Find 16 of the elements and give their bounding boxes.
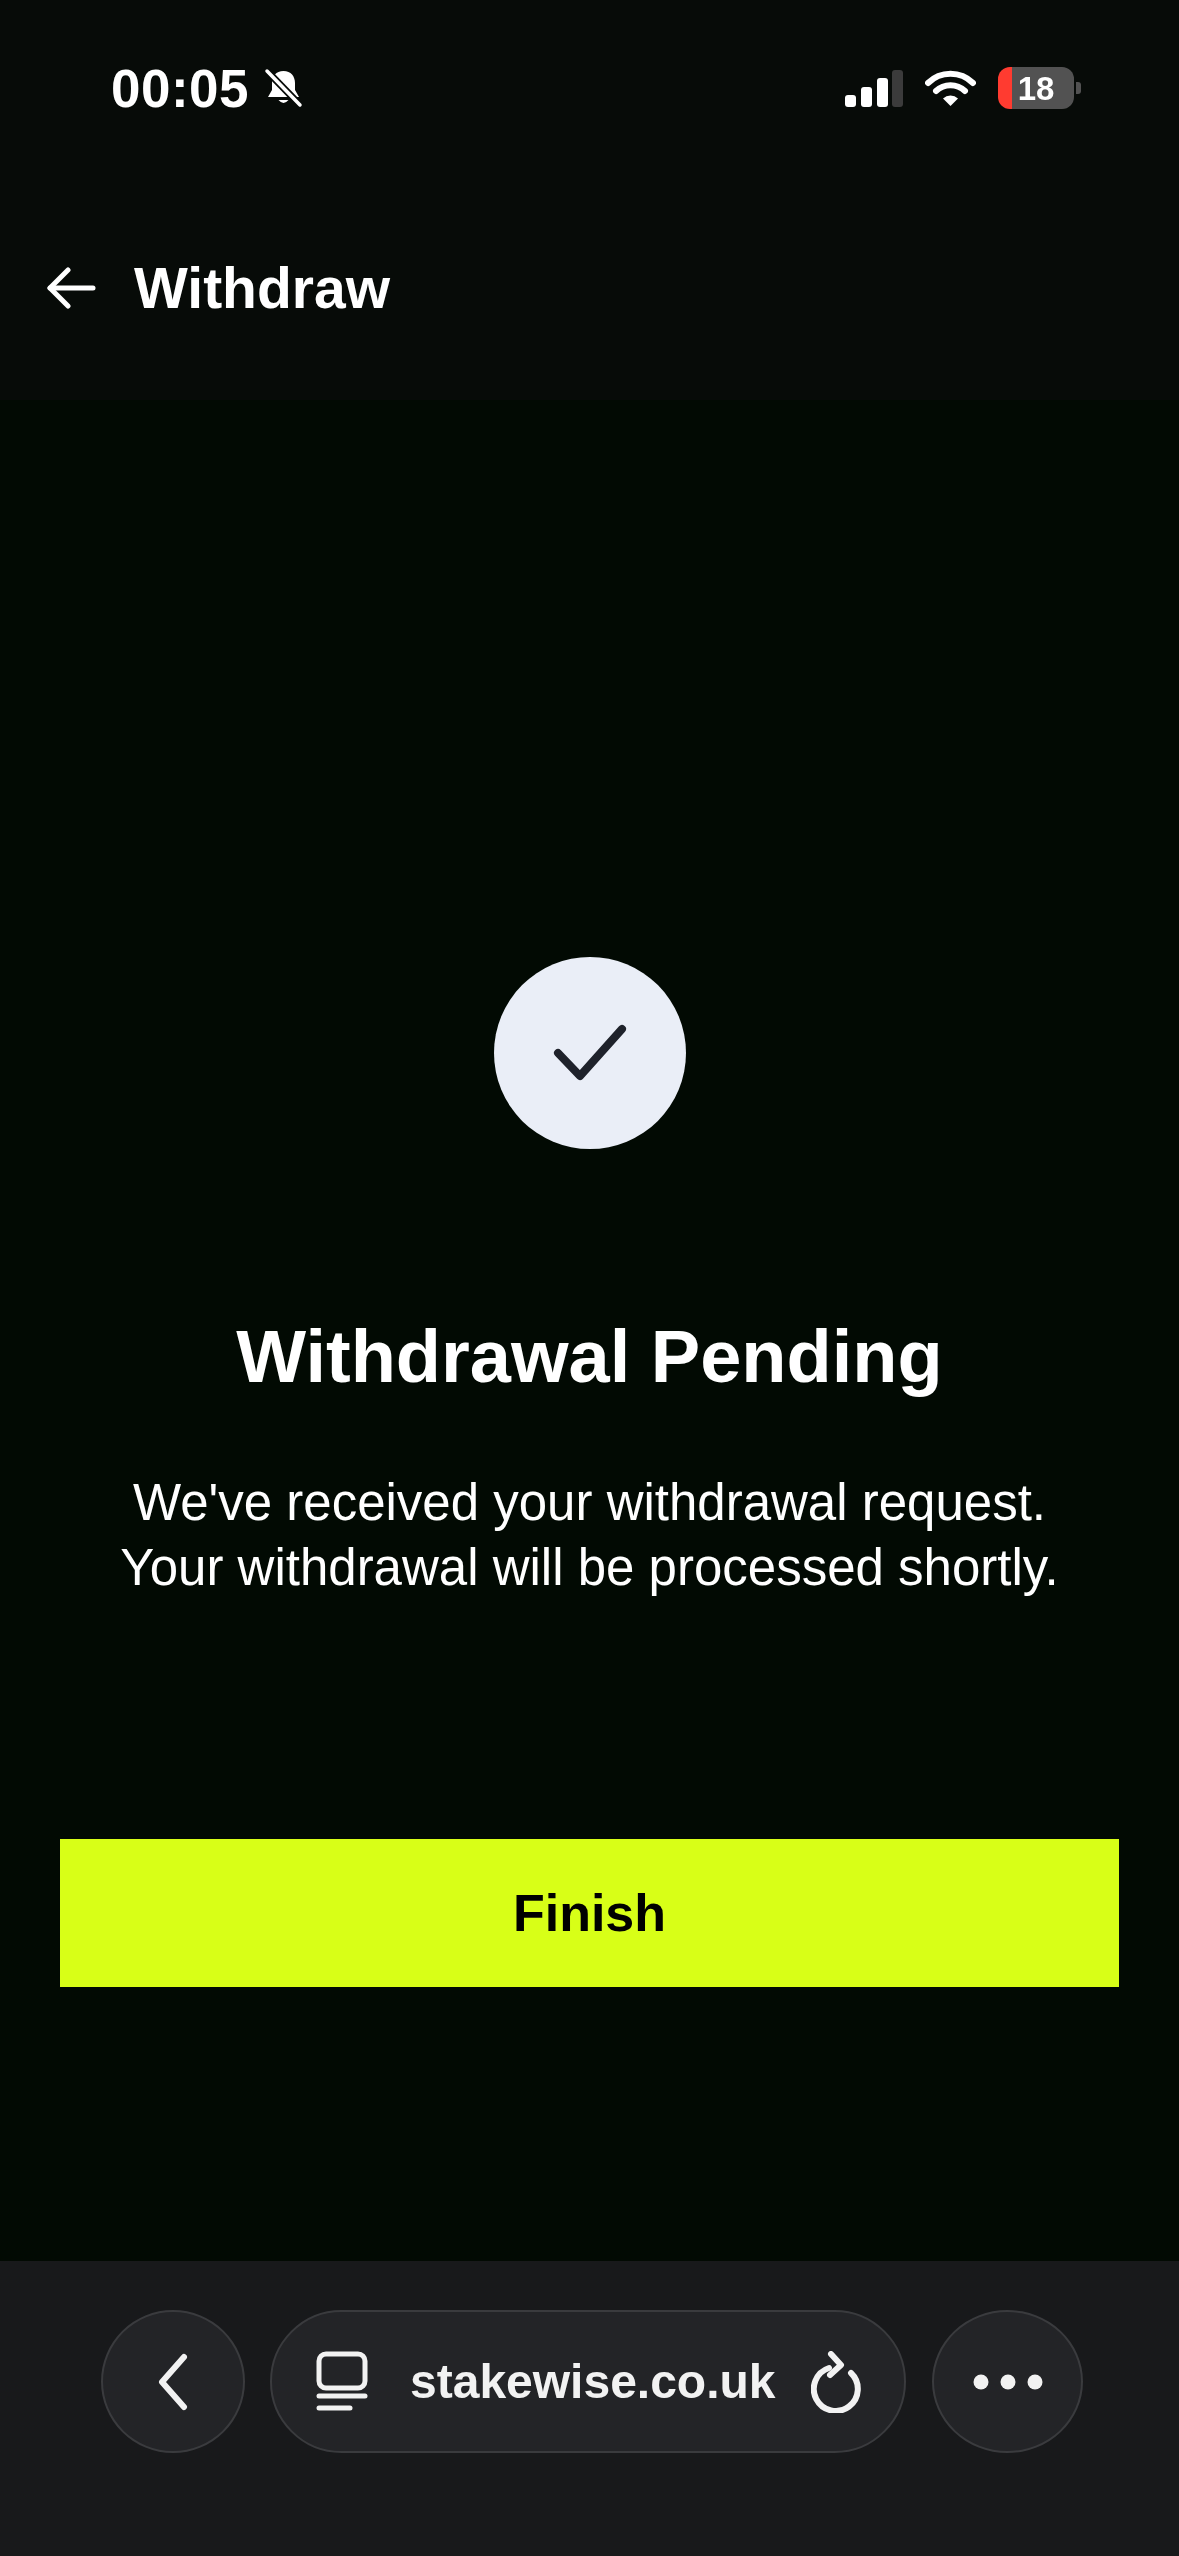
check-circle-icon — [493, 957, 686, 1149]
address-bar[interactable]: stakewise.co.uk — [270, 2310, 906, 2453]
url-text: stakewise.co.uk — [410, 2357, 776, 2406]
status-time: 00:05 — [111, 61, 250, 115]
signal-icon — [845, 69, 903, 107]
chevron-left-icon — [158, 2352, 188, 2411]
page-title: Withdraw — [134, 254, 390, 322]
wifi-icon — [925, 69, 976, 107]
page-icon — [316, 2351, 368, 2412]
status-heading: Withdrawal Pending — [236, 1315, 943, 1399]
status-message: We've received your withdrawal request. Your withdrawal will be processed shortly. — [119, 1473, 1060, 1598]
battery-percentage: 18 — [1017, 71, 1055, 105]
reload-icon[interactable] — [811, 2350, 864, 2413]
finish-button[interactable]: Finish — [60, 1839, 1119, 1987]
bell-slash-icon — [263, 68, 305, 108]
more-icon — [972, 2373, 1043, 2390]
